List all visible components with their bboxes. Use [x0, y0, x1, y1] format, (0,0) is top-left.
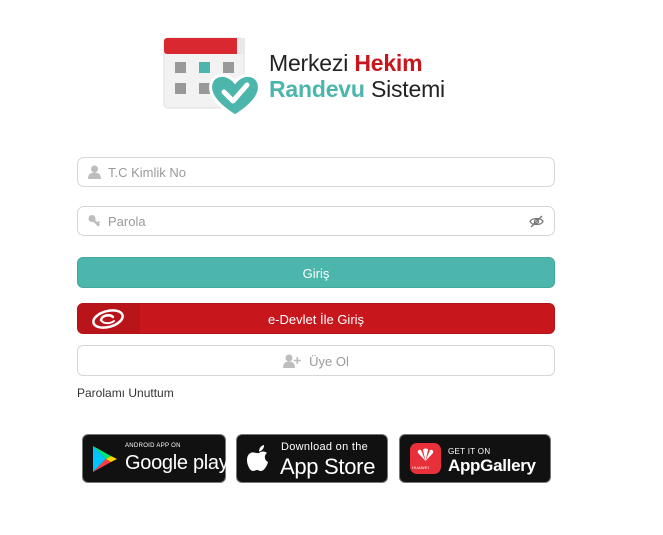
google-play-icon [93, 446, 117, 472]
title-merkezi: Merkezi [269, 50, 349, 76]
title-randevu: Randevu [269, 76, 365, 102]
huawei-logo-text: HUAWEI [412, 465, 430, 470]
edevlet-login-button[interactable]: e-Devlet İle Giriş [77, 303, 555, 334]
user-icon [88, 165, 101, 179]
app-title: Merkezi Hekim Randevu Sistemi [269, 50, 445, 102]
app-store-small-text: Download on the [281, 441, 369, 453]
key-icon [88, 215, 101, 227]
title-sistemi: Sistemi [370, 76, 445, 102]
tc-field [77, 157, 555, 187]
eye-off-icon[interactable] [529, 215, 544, 228]
google-play-small-text: ANDROID APP ON [125, 443, 181, 449]
login-button[interactable]: Giriş [77, 257, 555, 288]
register-button[interactable]: Üye Ol [77, 345, 555, 376]
user-plus-icon [283, 354, 301, 369]
app-logo: Merkezi Hekim Randevu Sistemi [163, 36, 483, 118]
appgallery-big-text: AppGallery [448, 456, 536, 475]
google-play-big-text: Google play [125, 452, 229, 474]
password-field [77, 206, 555, 236]
app-store-badge[interactable]: Download on the App Store [236, 434, 388, 483]
register-label: Üye Ol [309, 354, 349, 369]
forgot-password-link[interactable]: Parolamı Unuttum [77, 386, 174, 400]
tc-kimlik-input[interactable] [108, 158, 508, 186]
edevlet-logo-icon [92, 309, 124, 329]
appgallery-badge[interactable]: HUAWEI GET IT ON AppGallery [399, 434, 551, 483]
title-hekim: Hekim [354, 50, 423, 76]
calendar-heart-icon [163, 37, 261, 118]
google-play-badge[interactable]: ANDROID APP ON Google play [82, 434, 229, 483]
appgallery-small-text: GET IT ON [448, 447, 491, 456]
huawei-logo-icon: HUAWEI [410, 443, 441, 474]
edevlet-label: e-Devlet İle Giriş [267, 312, 365, 327]
apple-icon [247, 445, 268, 471]
app-store-big-text: App Store [280, 454, 376, 479]
password-input[interactable] [108, 207, 508, 235]
